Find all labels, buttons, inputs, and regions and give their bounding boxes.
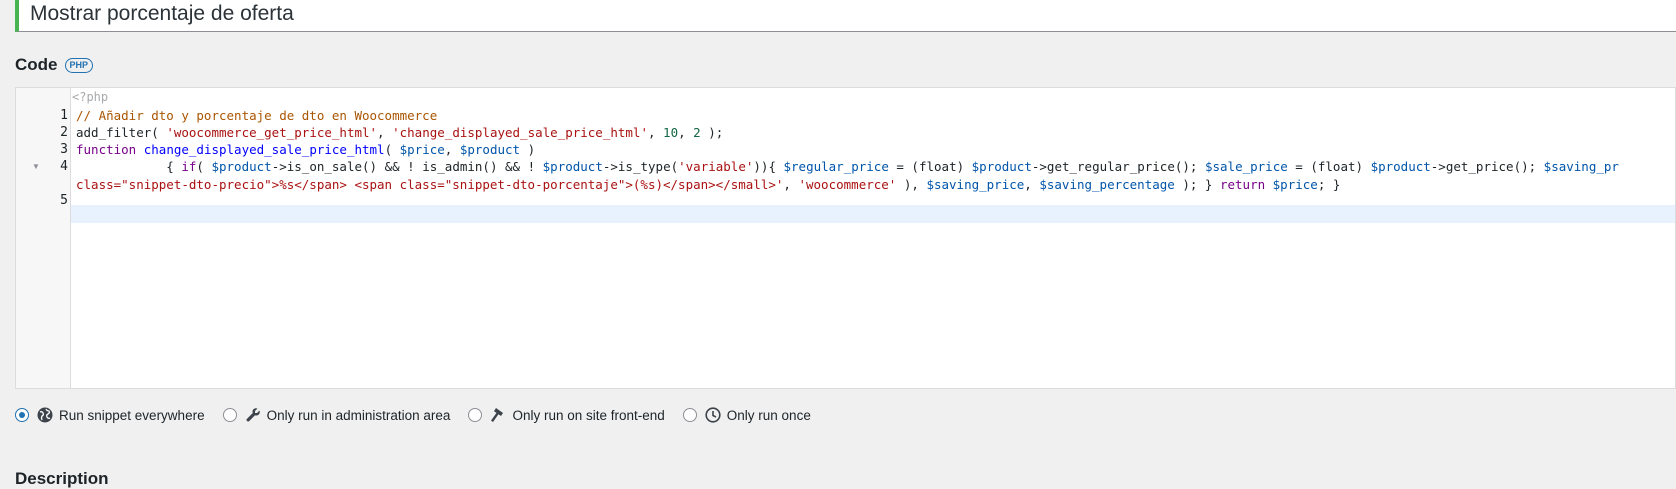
line-number: 5: [60, 193, 68, 208]
code-variable: $product: [542, 159, 603, 174]
code-token: ,: [783, 177, 799, 192]
code-comment: // Añadir dto y porcentaje de dto en Woo…: [76, 108, 438, 123]
code-token: ->is_type(: [602, 159, 679, 174]
code-line-4-wrap[interactable]: class="snippet-dto-precio">%s</span> <sp…: [76, 176, 1340, 194]
code-token: add_filter: [76, 125, 152, 140]
code-number: 2: [693, 125, 701, 140]
option-label: Only run on site front-end: [512, 407, 665, 423]
code-variable: $regular_price: [783, 159, 889, 174]
code-string: 'variable': [678, 159, 754, 174]
code-token: (: [196, 159, 212, 174]
code-string: 'change_displayed_sale_price_html': [392, 125, 648, 140]
wrench-icon: [245, 407, 261, 423]
code-token: = (float): [1287, 159, 1371, 174]
code-token: );: [700, 125, 724, 140]
radio-admin-only[interactable]: [222, 408, 237, 422]
code-token: ,: [377, 125, 393, 140]
code-token: ->is_on_sale() && ! is_admin() && !: [271, 159, 543, 174]
code-token: ,: [678, 125, 694, 140]
option-admin-only[interactable]: Only run in administration area: [222, 407, 451, 423]
code-line-4[interactable]: { if( $product->is_on_sale() && ! is_adm…: [76, 158, 1619, 176]
code-token: )){: [753, 159, 784, 174]
globe-icon: [37, 407, 53, 423]
option-run-once[interactable]: Only run once: [682, 407, 811, 423]
code-token: (: [151, 125, 167, 140]
option-label: Only run once: [726, 407, 811, 423]
code-string: 'woocommerce_get_price_html': [166, 125, 378, 140]
code-number: 10: [663, 125, 679, 140]
clock-icon: [705, 407, 721, 423]
description-heading: Description: [15, 469, 109, 488]
code-token: (: [384, 142, 400, 157]
code-token: {: [76, 159, 182, 174]
code-token: ): [520, 142, 536, 157]
option-label: Run snippet everywhere: [59, 407, 205, 423]
option-run-everywhere[interactable]: Run snippet everywhere: [15, 407, 205, 423]
radio-run-once[interactable]: [682, 408, 697, 422]
code-token: ,: [444, 142, 460, 157]
code-variable: $product: [211, 159, 272, 174]
option-label: Only run in administration area: [266, 407, 451, 423]
php-opening-tag: <?php: [72, 90, 109, 104]
code-token: = (float): [888, 159, 972, 174]
line-number: 1: [60, 108, 68, 123]
code-token: ->get_price();: [1430, 159, 1544, 174]
code-variable: $saving_price: [926, 177, 1025, 192]
php-badge: PHP: [64, 57, 94, 73]
code-heading: Code: [15, 55, 58, 74]
code-line-3[interactable]: function change_displayed_sale_price_htm…: [76, 141, 535, 159]
option-frontend-only[interactable]: Only run on site front-end: [468, 407, 665, 423]
radio-frontend-only[interactable]: [468, 408, 483, 422]
code-variable: $price: [1272, 177, 1318, 192]
code-keyword: if: [181, 159, 197, 174]
code-token: ,: [647, 125, 664, 140]
code-variable: $product: [459, 142, 521, 157]
code-variable: $saving_pr: [1543, 159, 1619, 174]
code-variable: $price: [399, 142, 445, 157]
code-token: ),: [896, 177, 927, 192]
code-line-2[interactable]: add_filter( 'woocommerce_get_price_html'…: [76, 124, 723, 142]
code-variable: $sale_price: [1204, 159, 1288, 174]
snippet-title-field[interactable]: Mostrar porcentaje de oferta: [15, 0, 1676, 32]
run-scope-options: Run snippet everywhere Only run in admin…: [15, 404, 829, 426]
hammer-icon: [490, 407, 506, 423]
line-number: 2: [60, 125, 68, 140]
code-section-header: Code PHP: [15, 55, 94, 75]
radio-run-everywhere[interactable]: [15, 408, 29, 422]
code-token: ->get_regular_price();: [1031, 159, 1205, 174]
code-definition: change_displayed_sale_price_html: [143, 142, 385, 157]
code-keyword: return: [1219, 177, 1266, 192]
code-token: ); }: [1174, 177, 1220, 192]
code-variable: $product: [971, 159, 1032, 174]
snippet-title-input[interactable]: Mostrar porcentaje de oferta: [30, 2, 294, 26]
code-token: ,: [1024, 177, 1040, 192]
code-token: ; }: [1317, 177, 1341, 192]
active-line-highlight: [71, 205, 1675, 223]
code-variable: $product: [1370, 159, 1431, 174]
line-number: 4: [60, 159, 68, 174]
code-variable: $saving_percentage: [1039, 177, 1175, 192]
code-string: 'woocommerce': [798, 177, 897, 192]
line-number: 3: [60, 142, 68, 157]
code-keyword: function: [76, 142, 137, 157]
code-string: class="snippet-dto-precio">%s</span> <sp…: [76, 177, 784, 192]
code-line-1[interactable]: // Añadir dto y porcentaje de dto en Woo…: [76, 107, 437, 125]
code-editor[interactable]: <?php 1 2 3 ▼ 4 5 // Añadir dto y porcen…: [15, 87, 1676, 389]
